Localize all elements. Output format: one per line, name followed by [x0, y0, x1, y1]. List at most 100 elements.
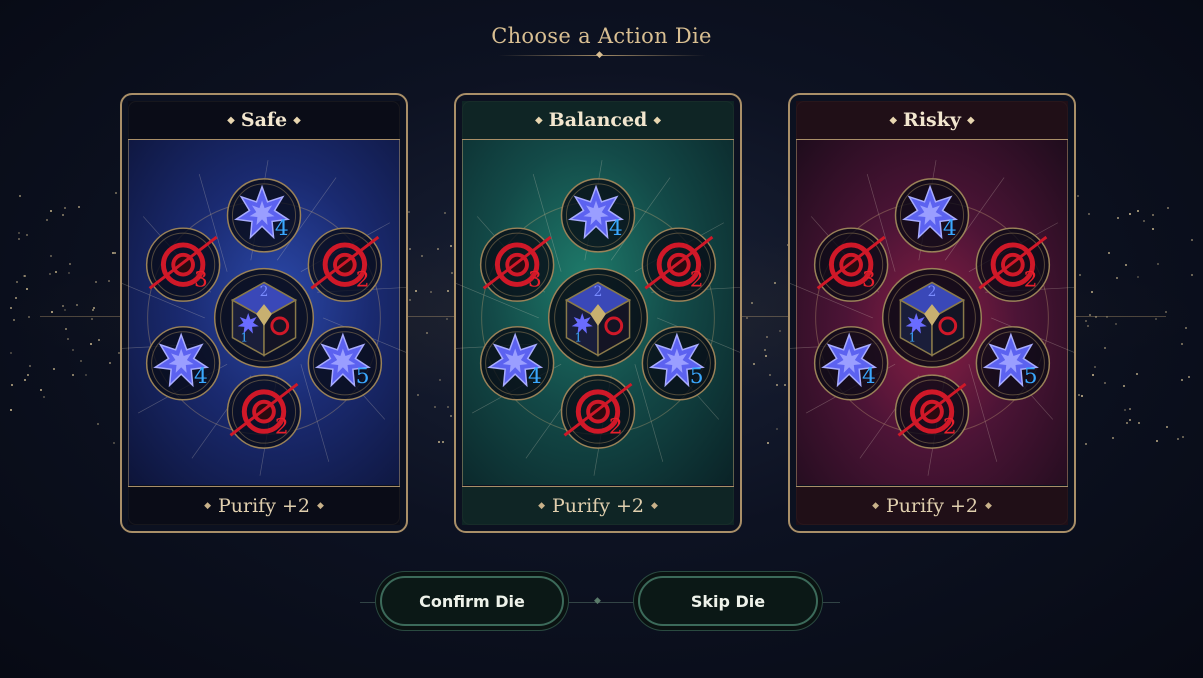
face-value: 3 [528, 267, 542, 292]
die-face-bottom: 2 [226, 374, 302, 449]
sparkle [63, 309, 66, 312]
sparkle [17, 231, 20, 234]
face-value: 2 [943, 414, 957, 439]
sparkle [442, 441, 445, 444]
sparkle [1128, 213, 1131, 216]
title-diamond-icon: ◆ [596, 50, 603, 60]
die-left-value: 1 [241, 331, 249, 345]
face-value: 4 [862, 364, 876, 389]
sparkle [450, 414, 453, 417]
sparkle [775, 384, 778, 387]
page-title: Choose a Action Die [491, 24, 712, 48]
diamond-icon: ◆ [594, 596, 601, 606]
sparkle [1136, 210, 1139, 213]
sparkle [1180, 342, 1183, 345]
die-top-value: 2 [594, 284, 603, 300]
sparkle [444, 212, 447, 215]
sparkle [1085, 442, 1088, 445]
skip-die-button[interactable]: Skip Die [638, 576, 818, 626]
sparkle [115, 191, 118, 194]
face-value: 2 [609, 414, 623, 439]
sparkle [773, 282, 776, 285]
face-value: 4 [194, 364, 208, 389]
sparkle [437, 441, 440, 444]
sparkle [433, 405, 436, 408]
sparkle [408, 211, 411, 214]
face-value: 3 [862, 267, 876, 292]
sparkle [768, 374, 771, 377]
die-card-safe[interactable]: ◆ Safe ◆ ◆ Purify +2 ◆ 21432452 [120, 93, 408, 533]
die-faces-diagram: 2143 24 52 [122, 160, 406, 476]
die-top-value: 2 [928, 284, 937, 300]
sparkle [1166, 425, 1169, 428]
die-face-lower-right: 5 [641, 326, 717, 401]
sparkle [767, 441, 770, 444]
sparkle [1086, 325, 1089, 328]
sparkle [1111, 436, 1114, 439]
die-face-top: 4 [226, 178, 302, 253]
sparkle [26, 373, 29, 376]
sparkle [1107, 251, 1110, 254]
face-value: 5 [690, 364, 704, 389]
sparkle [421, 254, 424, 257]
face-value: 2 [690, 267, 704, 292]
die-face-bottom: 2 [894, 374, 970, 449]
die-face-lower-right: 5 [307, 326, 383, 401]
die-face-top: 4 [560, 178, 636, 253]
sparkle [1135, 372, 1138, 375]
die-left-value: 1 [909, 331, 917, 345]
sparkle [1085, 319, 1088, 322]
sparkle [765, 335, 768, 338]
face-value: 2 [1024, 267, 1038, 292]
face-value: 4 [943, 216, 957, 241]
sparkle [49, 210, 52, 213]
sparkle [1128, 407, 1131, 410]
sparkle [62, 214, 65, 217]
confirm-die-button[interactable]: Confirm Die [380, 576, 564, 626]
sparkle [68, 271, 71, 274]
sparkle [91, 308, 94, 311]
die-face-upper-right: 2 [641, 227, 717, 302]
die-left-value: 1 [575, 331, 583, 345]
die-faces-diagram: 2143 24 52 [456, 160, 740, 476]
die-face-bottom: 2 [560, 374, 636, 449]
sparkle [61, 304, 64, 307]
sparkle [429, 291, 432, 294]
sparkle [1156, 263, 1159, 265]
sparkle [1081, 394, 1084, 397]
face-value: 2 [356, 267, 370, 292]
sparkle [1176, 438, 1179, 440]
sparkle [1190, 239, 1193, 242]
sparkle [1105, 315, 1108, 318]
die-face-upper-left: 3 [145, 227, 221, 302]
background-rule-mid-left [408, 316, 454, 317]
die-faces-diagram: 2143 24 52 [790, 160, 1074, 476]
face-value: 2 [275, 414, 289, 439]
sparkle [447, 405, 450, 408]
die-face-upper-right: 2 [975, 227, 1051, 302]
die-face-lower-left: 4 [479, 326, 555, 401]
sparkle [84, 373, 87, 376]
sparkle [1166, 207, 1169, 210]
die-face-lower-left: 4 [145, 326, 221, 401]
sparkle [1123, 408, 1126, 411]
face-value: 3 [194, 267, 208, 292]
sparkle [775, 427, 778, 430]
sparkle [18, 195, 21, 198]
face-value: 4 [528, 364, 542, 389]
sparkle [1094, 315, 1097, 318]
sparkle [90, 317, 93, 320]
die-card-balanced[interactable]: ◆ Balanced ◆ ◆ Purify +2 ◆ 21432452 [454, 93, 742, 533]
face-value: 4 [275, 216, 289, 241]
sparkle [63, 206, 66, 209]
sparkle [1129, 419, 1132, 422]
sparkle [1182, 436, 1185, 439]
die-face-top: 4 [894, 178, 970, 253]
die-top-value: 2 [260, 284, 269, 300]
die-card-risky[interactable]: ◆ Risky ◆ ◆ Purify +2 ◆ 21432452 [788, 93, 1076, 533]
sparkle [1180, 378, 1183, 381]
sparkle [1076, 194, 1079, 197]
background-rule-left [40, 316, 120, 317]
background-rule-mid-right [742, 316, 788, 317]
die-face-upper-right: 2 [307, 227, 383, 302]
